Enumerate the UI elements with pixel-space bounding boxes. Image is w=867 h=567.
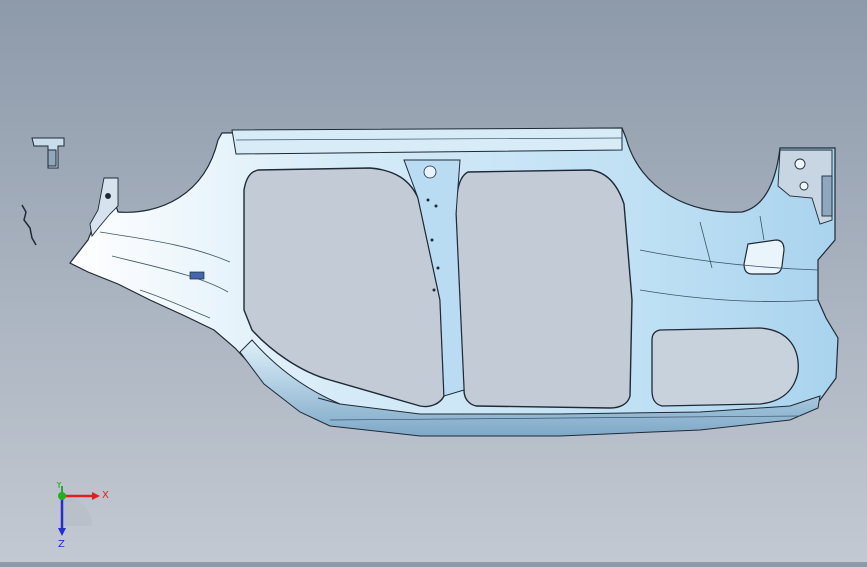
z-axis-label: Z xyxy=(58,539,65,550)
axis-triad: X Y Z xyxy=(48,480,118,552)
loose-bracket-part[interactable] xyxy=(31,137,65,169)
3d-viewport[interactable]: X Y Z xyxy=(0,0,867,562)
y-axis-label: Y xyxy=(55,482,63,491)
model-canvas[interactable] xyxy=(0,0,867,562)
body-side-panel[interactable] xyxy=(69,127,839,437)
loose-wire-part[interactable] xyxy=(21,204,37,246)
x-axis-label: X xyxy=(102,490,109,501)
